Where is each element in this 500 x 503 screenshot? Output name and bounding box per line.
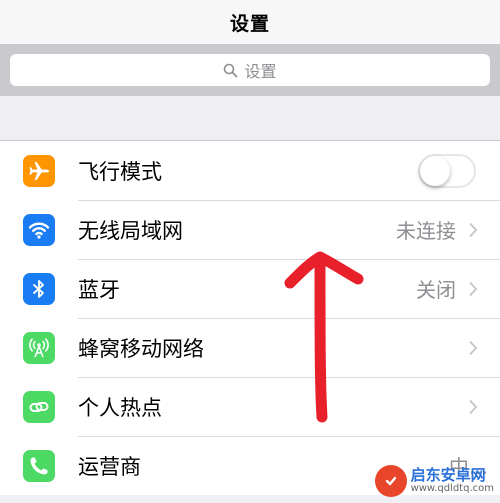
page-title: 设置	[229, 12, 270, 35]
settings-row-cellular[interactable]: 蜂窝移动网络	[0, 318, 500, 377]
settings-row-label: 蓝牙	[78, 277, 120, 302]
wifi-icon	[23, 213, 55, 246]
settings-row-hotspot[interactable]: 个人热点	[0, 377, 500, 436]
search-input[interactable]: 设置	[10, 54, 490, 86]
chevron-right-icon	[469, 222, 478, 237]
airplane-mode-toggle[interactable]	[418, 153, 476, 188]
chevron-right-icon	[469, 281, 478, 296]
settings-row-airplane-mode[interactable]: 飞行模式	[0, 141, 500, 200]
watermark: 启东安卓网 www.qdldtq.com	[374, 465, 494, 497]
watermark-name: 启东安卓网	[410, 465, 486, 484]
settings-row-label: 个人热点	[78, 395, 162, 420]
watermark-url: www.qdldtq.com	[410, 482, 494, 494]
bluetooth-status: 关闭	[416, 278, 456, 302]
search-bar-area: 设置	[0, 44, 500, 96]
settings-row-bluetooth[interactable]: 蓝牙 关闭	[0, 259, 500, 318]
airplane-icon	[23, 154, 55, 187]
chevron-right-icon	[469, 399, 478, 414]
cellular-icon	[23, 331, 55, 364]
navigation-bar: 设置	[0, 0, 500, 44]
search-icon	[224, 63, 238, 77]
toggle-knob	[420, 155, 450, 186]
phone-icon	[23, 449, 55, 482]
settings-row-wifi[interactable]: 无线局域网 未连接	[0, 200, 500, 259]
bluetooth-icon	[23, 272, 55, 305]
hotspot-icon	[23, 390, 55, 423]
settings-list: 飞行模式 无线局域网 未连接 蓝牙 关闭 蜂窝移动网络 个人热点 运营商 中..…	[0, 140, 500, 495]
section-gap	[0, 96, 500, 140]
settings-row-label: 无线局域网	[78, 218, 183, 243]
wifi-status: 未连接	[396, 219, 456, 243]
settings-row-label: 飞行模式	[78, 159, 162, 184]
chevron-right-icon	[469, 340, 478, 355]
watermark-logo-icon	[374, 465, 407, 497]
search-placeholder: 设置	[244, 62, 277, 81]
settings-row-label: 蜂窝移动网络	[78, 336, 204, 361]
